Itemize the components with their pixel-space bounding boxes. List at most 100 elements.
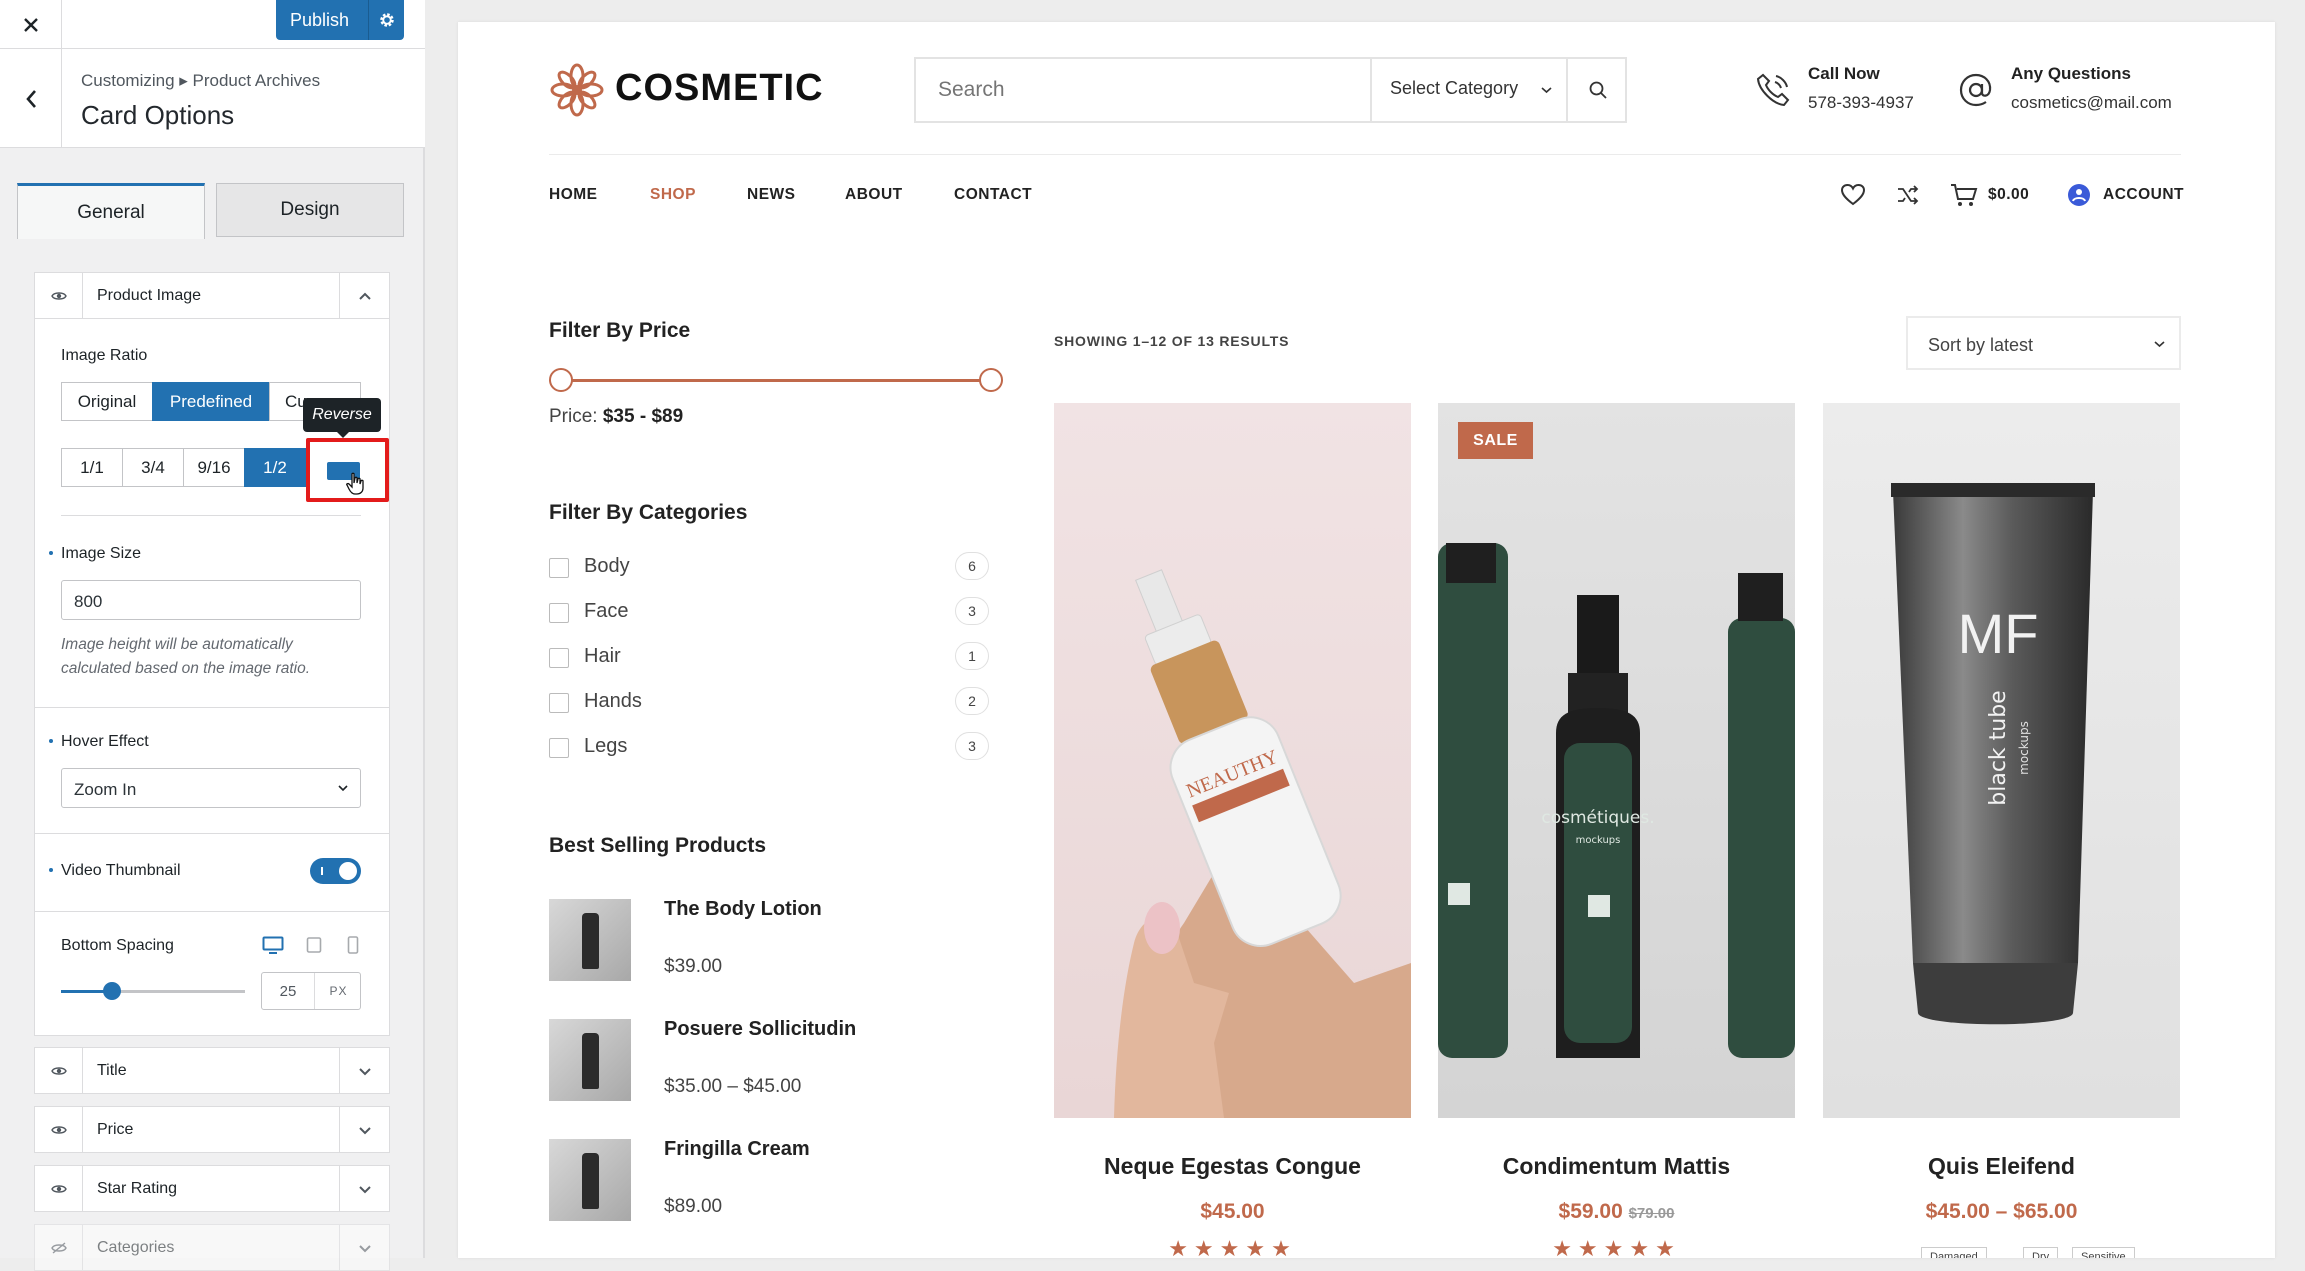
tab-design[interactable]: Design [216,183,404,237]
toggle-knob [339,862,357,880]
nav-shop[interactable]: SHOP [650,186,696,204]
eye-icon [50,1184,67,1193]
product-tag[interactable]: Sensitive [2072,1247,2135,1258]
hover-effect-label: Hover Effect [49,733,149,750]
price-max-handle[interactable] [979,368,1003,392]
chevron-down-icon [358,1126,371,1134]
eye-icon [50,291,67,300]
category-count: 3 [955,732,989,760]
best-selling-name[interactable]: Fringilla Cream [664,1138,810,1161]
visibility-toggle[interactable] [35,1048,83,1093]
section-product-image[interactable]: Product Image [34,272,390,319]
product-title[interactable]: Condimentum Mattis [1438,1153,1795,1180]
ratio-3-4[interactable]: 3/4 [122,448,184,487]
bottom-spacing-input[interactable]: 25 PX [261,972,361,1010]
ratio-1-2[interactable]: 1/2 [244,448,306,487]
category-count: 2 [955,687,989,715]
chevron-down-icon [1541,87,1552,94]
section-categories[interactable]: Categories [34,1224,390,1271]
visibility-toggle[interactable] [35,1166,83,1211]
unit-select[interactable]: PX [314,973,362,1009]
product-image[interactable]: cosmétiques. mockups [1438,403,1795,1118]
category-item[interactable]: Legs 3 [549,732,989,762]
category-checkbox[interactable] [549,648,569,668]
best-selling-name[interactable]: Posuere Sollicitudin [664,1018,856,1041]
header-divider [549,154,2181,155]
price-range-track[interactable] [561,379,991,382]
category-checkbox[interactable] [549,738,569,758]
search-button[interactable] [1566,59,1627,121]
publish-button[interactable]: Publish [276,0,404,40]
product-price: $45.00 – $65.00 [1823,1200,2180,1224]
compare-icon[interactable] [1896,184,1920,206]
ratio-mode-predefined[interactable]: Predefined [152,382,270,421]
reverse-ratio-button[interactable] [306,438,389,502]
hover-effect-select[interactable]: Zoom In [61,768,361,808]
cart-icon[interactable] [1950,182,1978,208]
visibility-toggle[interactable] [35,273,83,318]
visibility-toggle[interactable] [35,1107,83,1152]
best-selling-name[interactable]: The Body Lotion [664,898,822,921]
product-title[interactable]: Neque Egestas Congue [1054,1153,1411,1180]
product-image[interactable]: NEAUTHY [1054,403,1411,1118]
publish-settings-button[interactable] [368,0,404,40]
search-input[interactable] [916,59,1370,121]
slider-handle[interactable] [103,982,121,1000]
questions-email[interactable]: cosmetics@mail.com [2011,93,2172,113]
tab-general[interactable]: General [17,183,205,239]
sort-select[interactable]: Sort by latest [1906,316,2181,370]
call-now-number[interactable]: 578-393-4937 [1808,93,1914,113]
section-title: Product Image [97,287,202,304]
filter-categories-heading: Filter By Categories [549,501,748,524]
nav-news[interactable]: NEWS [747,186,796,204]
section-title[interactable]: Title [34,1047,390,1094]
category-item[interactable]: Face 3 [549,597,989,627]
image-size-input[interactable]: 800 [61,580,361,620]
tablet-icon[interactable] [306,937,322,953]
category-checkbox[interactable] [549,693,569,713]
eye-off-icon [50,1241,67,1254]
category-item[interactable]: Hands 2 [549,687,989,717]
category-item[interactable]: Hair 1 [549,642,989,672]
star-rating: ★★★★★ [1168,1236,1297,1258]
back-button[interactable] [0,49,62,148]
section-star-rating[interactable]: Star Rating [34,1165,390,1212]
nav-contact[interactable]: CONTACT [954,186,1032,204]
product-title[interactable]: Quis Eleifend [1823,1153,2180,1180]
close-customizer-button[interactable] [0,0,62,49]
expand-button[interactable] [339,1107,389,1152]
tube-text: black tube [1986,690,2011,805]
product-thumbnail[interactable] [549,1019,631,1101]
divider [34,833,390,834]
cart-total[interactable]: $0.00 [1988,186,2029,204]
nav-home[interactable]: HOME [549,186,598,204]
ratio-mode-original[interactable]: Original [61,382,153,421]
category-checkbox[interactable] [549,558,569,578]
expand-button[interactable] [339,1225,389,1270]
expand-button[interactable] [339,1166,389,1211]
product-tag[interactable]: Damaged [1921,1247,1987,1258]
product-tag[interactable]: Dry [2023,1247,2059,1258]
category-select[interactable]: Select Category [1370,59,1566,121]
nav-about[interactable]: ABOUT [845,186,903,204]
ratio-1-1[interactable]: 1/1 [61,448,123,487]
expand-button[interactable] [339,1048,389,1093]
category-item[interactable]: Body 6 [549,552,989,582]
section-price[interactable]: Price [34,1106,390,1153]
category-checkbox[interactable] [549,603,569,623]
price-min-handle[interactable] [549,368,573,392]
ratio-9-16[interactable]: 9/16 [183,448,245,487]
bottle-image [582,1033,599,1089]
account-link[interactable]: ACCOUNT [2103,186,2184,204]
product-thumbnail[interactable] [549,1139,631,1221]
heart-icon[interactable] [1840,183,1866,207]
site-logo[interactable]: COSMETIC [615,67,824,110]
product-image[interactable]: MF black tube mockups [1823,403,2180,1118]
desktop-icon[interactable] [262,936,284,954]
mobile-icon[interactable] [347,936,359,954]
product-thumbnail[interactable] [549,899,631,981]
video-thumbnail-toggle[interactable] [310,858,361,884]
visibility-toggle[interactable] [35,1225,83,1270]
collapse-button[interactable] [339,273,389,318]
account-icon[interactable] [2067,183,2091,207]
